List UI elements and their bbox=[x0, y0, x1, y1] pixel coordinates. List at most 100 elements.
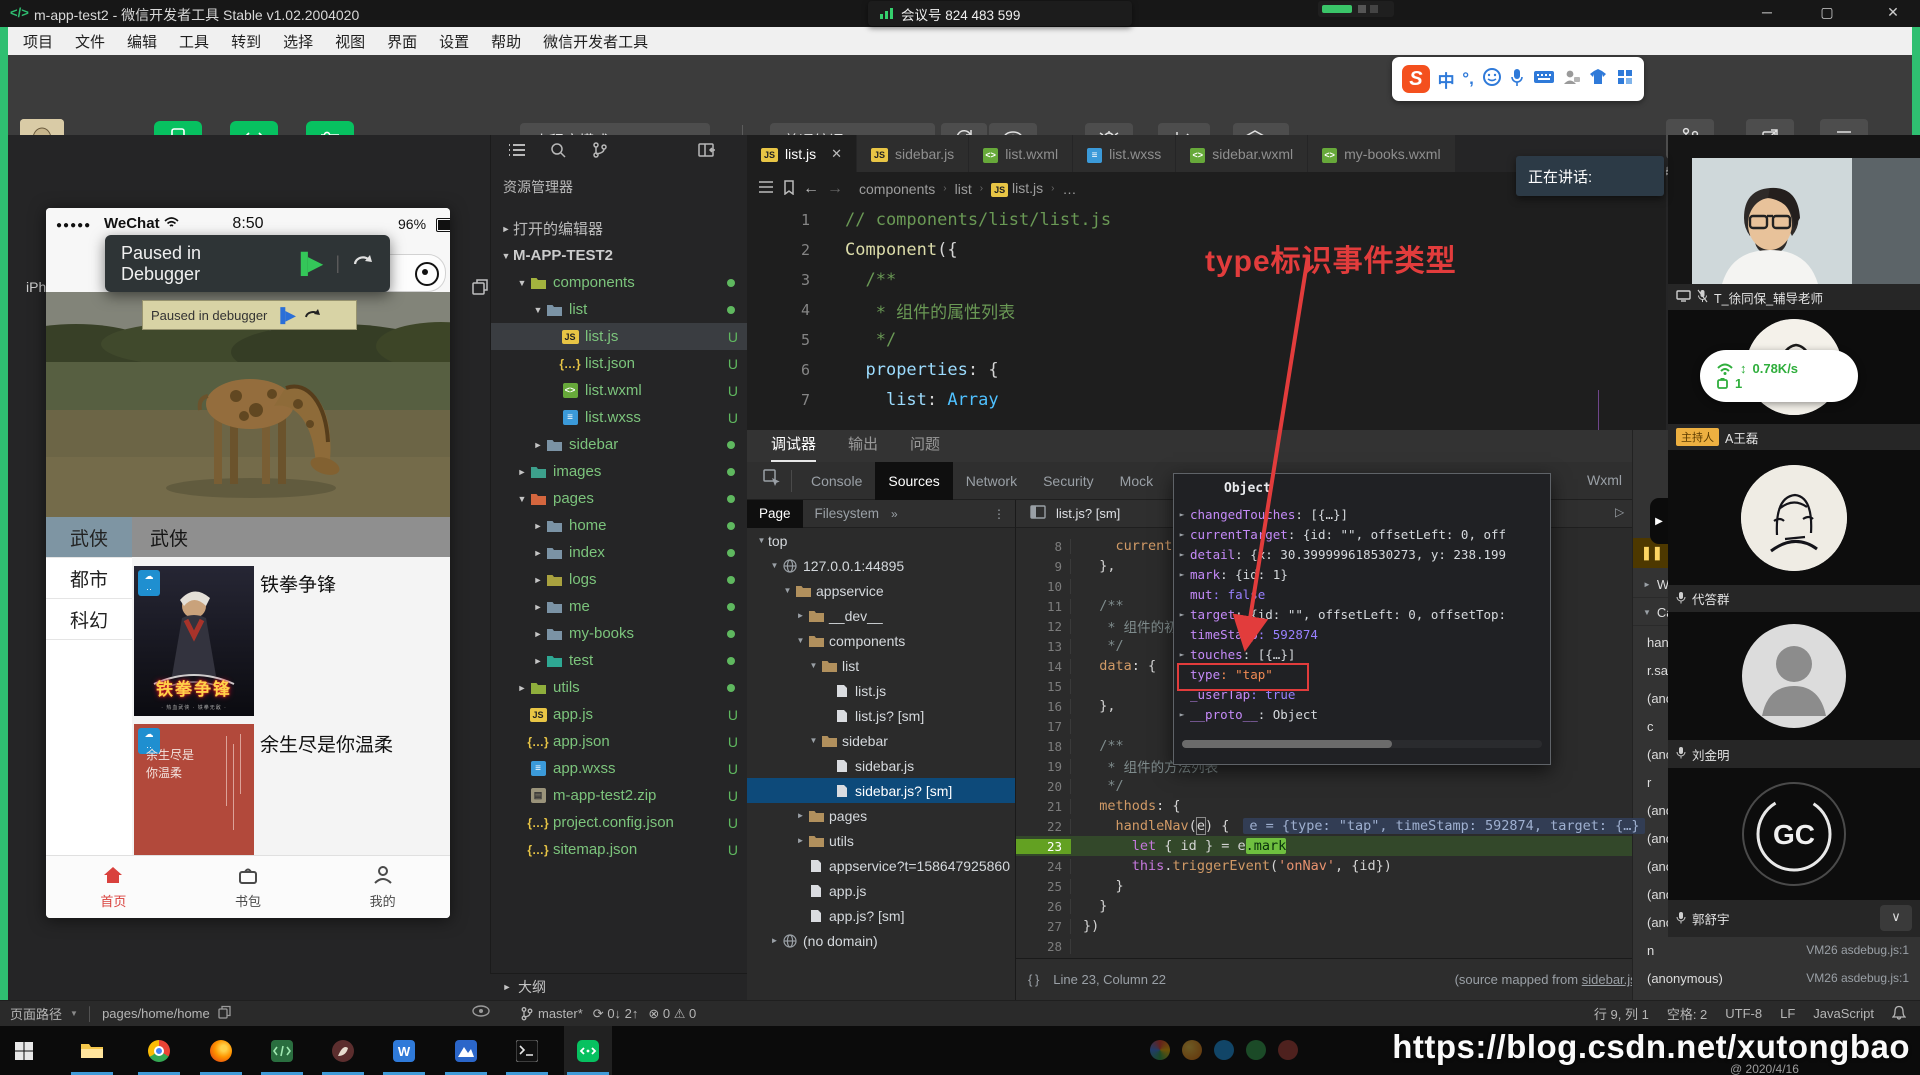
stack-frame-n[interactable]: n VM26 asdebug.js:1 bbox=[1633, 936, 1920, 964]
back-icon[interactable]: ← bbox=[803, 180, 819, 198]
taskbar-codeapp[interactable] bbox=[258, 1026, 306, 1075]
mic-icon[interactable] bbox=[1509, 67, 1525, 92]
sources-tab-Filesystem[interactable]: Filesystem bbox=[803, 500, 892, 528]
menu-item-选择[interactable]: 选择 bbox=[272, 31, 324, 52]
explorer-row-app.js[interactable]: JS app.js U bbox=[491, 701, 748, 728]
source-line-20[interactable]: 20 */ bbox=[1016, 776, 1653, 796]
outline-list-icon[interactable] bbox=[507, 141, 527, 164]
punctuation-icon[interactable]: °, bbox=[1462, 69, 1474, 89]
devtools-tab-Security[interactable]: Security bbox=[1030, 462, 1107, 500]
sidebar-collapse-handle[interactable]: ▶ bbox=[1650, 498, 1668, 544]
menu-item-设置[interactable]: 设置 bbox=[428, 31, 480, 52]
explorer-row-app.json[interactable]: {…} app.json U bbox=[491, 728, 748, 755]
status-item[interactable]: LF bbox=[1780, 1006, 1795, 1021]
profile-icon[interactable] bbox=[1563, 68, 1581, 91]
object-property-detail[interactable]: ► detail: {x: 30.399999618530273, y: 238.… bbox=[1174, 544, 1550, 564]
explorer-row-list.json[interactable]: {…} list.json U bbox=[491, 350, 748, 377]
status-item[interactable]: 空格: 2 bbox=[1667, 1004, 1707, 1023]
resume-icon[interactable]: ▐▶ bbox=[294, 251, 324, 276]
object-property-timeStamp[interactable]: timeStamp: 592874 bbox=[1174, 624, 1550, 644]
source-line-24[interactable]: 24 this.triggerEvent('onNav', {id}) bbox=[1016, 856, 1653, 876]
git-branch-icon[interactable] bbox=[591, 141, 609, 164]
minimize-button[interactable]: ─ bbox=[1752, 4, 1782, 20]
breadcrumb-item[interactable]: JS list.js bbox=[991, 180, 1043, 197]
phone-tab-首页[interactable]: 首页 bbox=[46, 856, 181, 918]
explorer-row-images[interactable]: ► images bbox=[491, 458, 748, 485]
sidebar-js-link[interactable]: sidebar.js bbox=[1582, 972, 1637, 987]
taskbar-firefox[interactable] bbox=[197, 1026, 245, 1075]
editor-tab-my-books.wxml[interactable]: <> my-books.wxml bbox=[1308, 135, 1456, 172]
editor-tab-sidebar.wxml[interactable]: <> sidebar.wxml bbox=[1176, 135, 1309, 172]
popup-scrollbar[interactable] bbox=[1182, 740, 1542, 748]
taskbar-windows[interactable] bbox=[0, 1026, 48, 1075]
book-title[interactable]: 铁拳争锋 bbox=[260, 570, 336, 597]
inspect-element-icon[interactable] bbox=[763, 469, 781, 492]
devtools-tab-Sources[interactable]: Sources bbox=[875, 461, 953, 500]
taskbar-mountain[interactable] bbox=[442, 1026, 490, 1075]
source-tree-list[interactable]: ▼ list bbox=[747, 653, 1015, 678]
devtools-tab-Network[interactable]: Network bbox=[953, 462, 1030, 500]
code-line-6[interactable]: 6 properties: { bbox=[747, 355, 1666, 385]
close-tab-icon[interactable]: ✕ bbox=[831, 146, 842, 162]
explorer-row-m-app-test2.zip[interactable]: ▤ m-app-test2.zip U bbox=[491, 782, 748, 809]
menu-item-项目[interactable]: 项目 bbox=[12, 31, 64, 52]
object-property-mark[interactable]: ► mark: {id: 1} bbox=[1174, 564, 1550, 584]
dock-icon[interactable] bbox=[1030, 505, 1046, 522]
panel-tab-调试器[interactable]: 调试器 bbox=[771, 430, 817, 462]
overflow-menu-icon[interactable]: ⋮ bbox=[993, 507, 1005, 521]
frame-file[interactable]: VM26 asdebug.js:1 bbox=[1806, 943, 1909, 957]
category-科幻[interactable]: 科幻 bbox=[46, 599, 132, 640]
object-property-target[interactable]: ► target: {id: "", offsetLeft: 0, offsetT… bbox=[1174, 604, 1550, 624]
braces-icon[interactable]: { } bbox=[1028, 972, 1039, 987]
source-tree-(no domain)[interactable]: ► (no domain) bbox=[747, 928, 1015, 953]
explorer-row-components[interactable]: ▼ components bbox=[491, 269, 748, 296]
explorer-row-me[interactable]: ► me bbox=[491, 593, 748, 620]
source-tree-127.0.0.1:44895[interactable]: ▼ 127.0.0.1:44895 bbox=[747, 553, 1015, 578]
more-tabs-icon[interactable]: » bbox=[891, 507, 898, 521]
notifications-bell-icon[interactable] bbox=[1891, 1005, 1907, 1023]
phone-tab-书包[interactable]: 书包 bbox=[181, 856, 316, 918]
code-line-5[interactable]: 5 */ bbox=[747, 325, 1666, 355]
sync-indicator[interactable]: ⟳ 0↓ 2↑ bbox=[593, 1006, 639, 1022]
source-tree-sidebar.js[interactable]: sidebar.js bbox=[747, 753, 1015, 778]
menu-item-工具[interactable]: 工具 bbox=[168, 31, 220, 52]
eye-icon[interactable] bbox=[472, 1004, 490, 1021]
editor-tab-list.wxss[interactable]: ≡ list.wxss bbox=[1073, 135, 1177, 172]
source-tree-sidebar.js? [sm][interactable]: sidebar.js? [sm] bbox=[747, 778, 1015, 803]
devtools-tab-Mock[interactable]: Mock bbox=[1107, 462, 1166, 500]
source-line-21[interactable]: 21 methods: { bbox=[1016, 796, 1653, 816]
explorer-row-home[interactable]: ► home bbox=[491, 512, 748, 539]
taskbar-designapp[interactable] bbox=[319, 1026, 367, 1075]
source-line-26[interactable]: 26 } bbox=[1016, 896, 1653, 916]
tab-wxml[interactable]: Wxml bbox=[1587, 472, 1622, 488]
outline-section[interactable]: ► 大纲 bbox=[490, 973, 747, 1000]
sources-tab-Page[interactable]: Page bbox=[747, 499, 803, 528]
explorer-row-my-books[interactable]: ► my-books bbox=[491, 620, 748, 647]
taskbar-wps[interactable]: W bbox=[380, 1026, 428, 1075]
source-line-25[interactable]: 25 } bbox=[1016, 876, 1653, 896]
explorer-row-M-APP-TEST2[interactable]: ▼ M-APP-TEST2 bbox=[491, 242, 748, 269]
taskbar-terminal[interactable] bbox=[503, 1026, 551, 1075]
pretty-print-icon[interactable]: ▷ bbox=[1615, 505, 1624, 519]
object-property-__proto__[interactable]: ► __proto__: Object bbox=[1174, 704, 1550, 724]
close-button[interactable]: ✕ bbox=[1878, 4, 1908, 21]
menu-item-文件[interactable]: 文件 bbox=[64, 31, 116, 52]
meeting-mini-toolbar[interactable] bbox=[1318, 1, 1394, 17]
explorer-row-list.wxss[interactable]: ≡ list.wxss U bbox=[491, 404, 748, 431]
menu-item-编辑[interactable]: 编辑 bbox=[116, 31, 168, 52]
status-item[interactable]: UTF-8 bbox=[1725, 1006, 1762, 1021]
menu-item-转到[interactable]: 转到 bbox=[220, 31, 272, 52]
source-file-tab[interactable]: list.js? [sm] bbox=[1056, 506, 1120, 521]
search-icon[interactable] bbox=[549, 141, 567, 164]
source-line-27[interactable]: 27}) bbox=[1016, 916, 1653, 936]
bookmark-icon[interactable] bbox=[783, 179, 795, 198]
menu-item-帮助[interactable]: 帮助 bbox=[480, 31, 532, 52]
source-line-23[interactable]: 23 let { id } = e.mark bbox=[1016, 836, 1653, 856]
source-line-22[interactable]: 22 handleNav(e) {e = {type: "tap", timeS… bbox=[1016, 816, 1653, 836]
breadcrumb-item[interactable]: components bbox=[859, 181, 935, 197]
git-branch-indicator[interactable]: master* bbox=[520, 1006, 583, 1021]
step-over-icon[interactable] bbox=[352, 252, 374, 275]
maximize-button[interactable]: ▢ bbox=[1812, 4, 1842, 21]
book-cover-red[interactable]: ☁ ·· 余生尽是 你温柔 bbox=[134, 724, 254, 855]
source-tree-top[interactable]: ▼ top bbox=[747, 528, 1015, 553]
